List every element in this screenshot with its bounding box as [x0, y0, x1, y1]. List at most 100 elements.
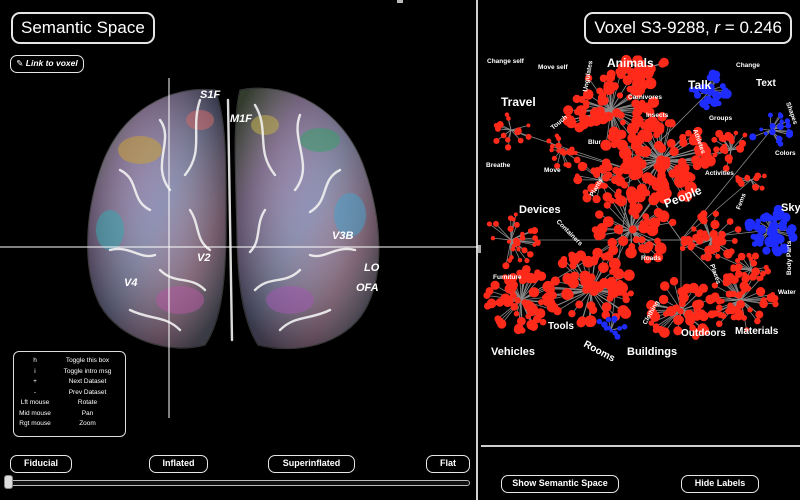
- semantic-node[interactable]: [513, 221, 520, 228]
- semantic-node[interactable]: [495, 317, 504, 326]
- superinflated-button[interactable]: Superinflated: [268, 455, 355, 473]
- semantic-node[interactable]: [760, 297, 767, 304]
- semantic-node[interactable]: [713, 237, 724, 247]
- semantic-node[interactable]: [603, 80, 615, 93]
- semantic-node[interactable]: [708, 245, 714, 252]
- semantic-node[interactable]: [726, 218, 734, 225]
- category-label-animals[interactable]: Animals: [607, 56, 654, 70]
- semantic-node[interactable]: [694, 299, 705, 310]
- semantic-node[interactable]: [549, 306, 556, 313]
- semantic-node[interactable]: [760, 213, 769, 223]
- semantic-node[interactable]: [535, 241, 541, 246]
- semantic-node[interactable]: [779, 119, 784, 124]
- semantic-node[interactable]: [641, 130, 653, 143]
- semantic-node[interactable]: [569, 262, 577, 270]
- semantic-node[interactable]: [713, 92, 722, 101]
- semantic-node[interactable]: [725, 307, 732, 315]
- semantic-node[interactable]: [744, 174, 751, 181]
- semantic-node[interactable]: [517, 257, 523, 263]
- category-label-furniture[interactable]: Furniture: [493, 274, 522, 281]
- semantic-node[interactable]: [676, 315, 684, 324]
- category-label-sky[interactable]: Sky: [781, 202, 800, 214]
- semantic-node[interactable]: [684, 309, 695, 320]
- semantic-node[interactable]: [601, 158, 611, 168]
- category-label-tools[interactable]: Tools: [548, 321, 574, 332]
- semantic-node[interactable]: [668, 218, 677, 227]
- semantic-node[interactable]: [692, 311, 702, 321]
- surface-slider-track[interactable]: [10, 480, 470, 486]
- semantic-node[interactable]: [493, 123, 499, 128]
- semantic-node[interactable]: [601, 302, 612, 312]
- semantic-node[interactable]: [534, 269, 541, 277]
- semantic-node[interactable]: [573, 175, 583, 185]
- semantic-node[interactable]: [786, 128, 791, 134]
- semantic-node[interactable]: [745, 223, 754, 232]
- semantic-node[interactable]: [592, 281, 599, 288]
- semantic-node[interactable]: [733, 130, 739, 136]
- semantic-node[interactable]: [619, 307, 632, 319]
- category-label-vehicles[interactable]: Vehicles: [491, 346, 535, 358]
- semantic-node[interactable]: [493, 137, 500, 145]
- semantic-node[interactable]: [762, 173, 767, 179]
- semantic-node[interactable]: [630, 140, 642, 152]
- semantic-node[interactable]: [722, 279, 730, 287]
- semantic-node[interactable]: [767, 112, 773, 118]
- semantic-node[interactable]: [526, 305, 536, 315]
- semantic-node[interactable]: [644, 118, 652, 127]
- semantic-node[interactable]: [591, 254, 600, 262]
- semantic-node[interactable]: [616, 92, 624, 99]
- semantic-node[interactable]: [769, 128, 776, 136]
- semantic-node[interactable]: [669, 276, 679, 286]
- semantic-node[interactable]: [541, 294, 548, 301]
- semantic-node[interactable]: [759, 127, 764, 132]
- semantic-node[interactable]: [507, 225, 514, 232]
- semantic-node[interactable]: [601, 253, 609, 261]
- semantic-node[interactable]: [628, 225, 637, 234]
- semantic-node[interactable]: [519, 235, 526, 241]
- category-label-colors[interactable]: Colors: [775, 150, 796, 157]
- category-label-travel[interactable]: Travel: [501, 95, 536, 109]
- semantic-node[interactable]: [681, 283, 693, 294]
- semantic-node[interactable]: [778, 113, 784, 119]
- semantic-node[interactable]: [544, 286, 550, 293]
- semantic-node[interactable]: [614, 198, 621, 205]
- semantic-node[interactable]: [617, 111, 625, 119]
- semantic-node[interactable]: [505, 297, 514, 305]
- semantic-node[interactable]: [629, 188, 640, 200]
- semantic-node[interactable]: [575, 300, 584, 309]
- semantic-node[interactable]: [568, 309, 576, 318]
- semantic-node[interactable]: [596, 318, 603, 325]
- brain-viewer-panel[interactable]: S1F M1F V3B V2 V4 LO OFA Semantic Space …: [0, 0, 478, 500]
- category-label-change-self[interactable]: Change self: [487, 58, 525, 65]
- category-label-body-parts[interactable]: Body Parts: [786, 240, 793, 275]
- category-label-rooms[interactable]: Rooms: [582, 339, 617, 365]
- semantic-node[interactable]: [569, 146, 575, 152]
- semantic-node[interactable]: [608, 126, 620, 138]
- semantic-node[interactable]: [514, 128, 522, 136]
- semantic-node[interactable]: [750, 259, 758, 267]
- semantic-node[interactable]: [715, 253, 721, 259]
- semantic-node[interactable]: [570, 271, 580, 281]
- semantic-node[interactable]: [730, 264, 737, 271]
- semantic-node[interactable]: [556, 148, 561, 153]
- semantic-node[interactable]: [780, 212, 791, 223]
- category-label-carnivores[interactable]: Carnivores: [628, 94, 662, 101]
- semantic-node[interactable]: [752, 222, 762, 231]
- semantic-node[interactable]: [777, 123, 784, 131]
- semantic-node[interactable]: [486, 221, 492, 227]
- semantic-node[interactable]: [652, 327, 659, 334]
- semantic-node[interactable]: [622, 155, 633, 166]
- semantic-node[interactable]: [680, 235, 687, 242]
- semantic-node[interactable]: [546, 138, 552, 144]
- semantic-node[interactable]: [614, 191, 622, 199]
- semantic-node[interactable]: [526, 123, 531, 128]
- semantic-node[interactable]: [616, 227, 623, 235]
- category-label-places[interactable]: Places: [708, 263, 722, 285]
- semantic-node[interactable]: [712, 210, 720, 217]
- semantic-node[interactable]: [763, 131, 768, 136]
- semantic-node[interactable]: [565, 162, 572, 169]
- semantic-node[interactable]: [727, 158, 733, 164]
- category-label-text[interactable]: Text: [756, 78, 776, 89]
- semantic-node[interactable]: [525, 133, 532, 140]
- semantic-space-panel[interactable]: Animals Travel Talk Text People Devices …: [481, 0, 800, 500]
